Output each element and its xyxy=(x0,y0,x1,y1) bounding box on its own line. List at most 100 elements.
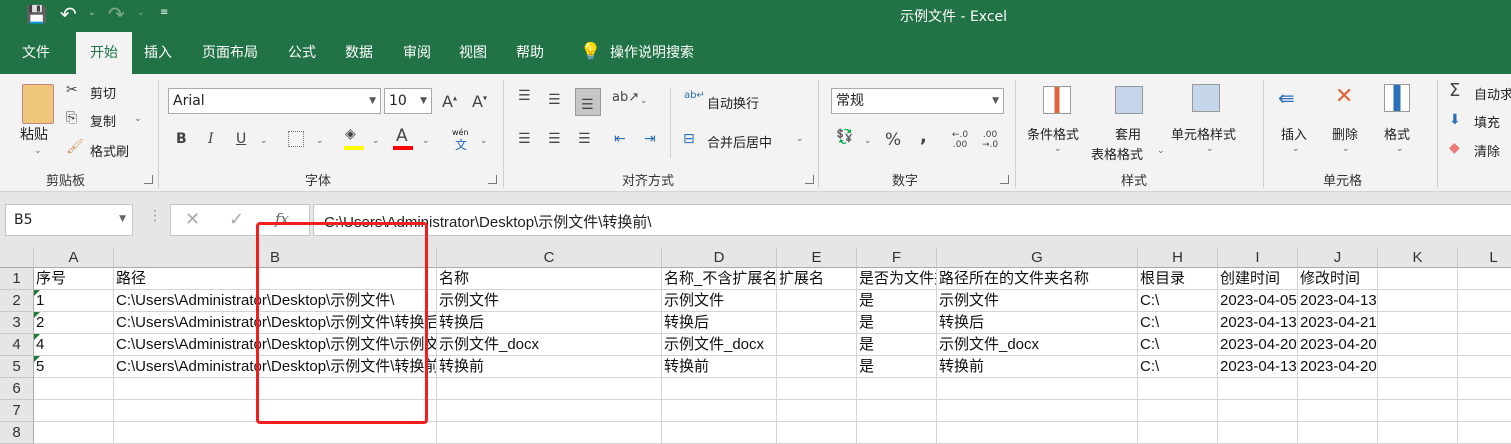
cell-D6[interactable] xyxy=(662,378,777,400)
alignment-launcher-icon[interactable] xyxy=(805,175,814,184)
format-cells-button[interactable]: 格式 xyxy=(1384,124,1410,143)
decrease-indent-icon[interactable]: ⇤ xyxy=(614,131,626,147)
column-header-G[interactable]: G xyxy=(937,248,1138,268)
merge-dropdown-icon[interactable]: ⌄ xyxy=(796,134,804,144)
row-header-7[interactable]: 7 xyxy=(0,400,34,422)
format-as-table-button-line2[interactable]: 表格格式 xyxy=(1091,144,1143,163)
clipboard-launcher-icon[interactable] xyxy=(144,175,153,184)
underline-button[interactable]: U xyxy=(236,131,246,147)
cell-H6[interactable] xyxy=(1138,378,1218,400)
cell-C6[interactable] xyxy=(437,378,662,400)
row-header-6[interactable]: 6 xyxy=(0,378,34,400)
cell-A5[interactable]: 5 xyxy=(34,356,114,378)
tab-help[interactable]: 帮助 xyxy=(506,32,554,74)
cell-F6[interactable] xyxy=(857,378,937,400)
cell-L2[interactable] xyxy=(1458,290,1511,312)
worksheet-grid[interactable]: ABCDEFGHIJKL1序号路径名称名称_不含扩展名扩展名是否为文件夹路径所在… xyxy=(0,248,1511,444)
insert-function-icon[interactable]: fx xyxy=(275,210,289,228)
cell-C3[interactable]: 转换后 xyxy=(437,312,662,334)
italic-button[interactable]: I xyxy=(208,131,214,147)
font-name-select[interactable]: Arial ▼ xyxy=(168,88,381,114)
cell-L7[interactable] xyxy=(1458,400,1511,422)
copy-dropdown-icon[interactable]: ⌄ xyxy=(134,114,142,124)
cell-C7[interactable] xyxy=(437,400,662,422)
tab-formulas[interactable]: 公式 xyxy=(278,32,326,74)
cell-C2[interactable]: 示例文件 xyxy=(437,290,662,312)
paste-dropdown-icon[interactable]: ⌄ xyxy=(34,146,42,156)
column-header-B[interactable]: B xyxy=(114,248,437,268)
cell-K8[interactable] xyxy=(1378,422,1458,444)
cell-G8[interactable] xyxy=(937,422,1138,444)
cell-H3[interactable]: C:\ xyxy=(1138,312,1218,334)
decrease-font-icon[interactable]: A▾ xyxy=(472,92,487,111)
delete-dropdown-icon[interactable]: ⌄ xyxy=(1342,144,1350,154)
column-header-H[interactable]: H xyxy=(1138,248,1218,268)
fill-button[interactable]: 填充 xyxy=(1474,112,1500,131)
cell-B3[interactable]: C:\Users\Administrator\Desktop\示例文件\转换后\ xyxy=(114,312,437,334)
cell-I1[interactable]: 创建时间 xyxy=(1218,268,1298,290)
formula-input[interactable]: C:\Users\Administrator\Desktop\示例文件\转换前\ xyxy=(313,204,1511,236)
cell-F4[interactable]: 是 xyxy=(857,334,937,356)
orientation-icon[interactable]: ab↗ xyxy=(612,90,639,105)
column-header-A[interactable]: A xyxy=(34,248,114,268)
cell-G7[interactable] xyxy=(937,400,1138,422)
merge-center-button[interactable]: 合并后居中 xyxy=(707,132,772,151)
column-header-L[interactable]: L xyxy=(1458,248,1511,268)
cell-A8[interactable] xyxy=(34,422,114,444)
cell-E6[interactable] xyxy=(777,378,857,400)
cell-L6[interactable] xyxy=(1458,378,1511,400)
cell-J8[interactable] xyxy=(1298,422,1378,444)
orientation-dropdown-icon[interactable]: ⌄ xyxy=(640,96,648,106)
cell-I8[interactable] xyxy=(1218,422,1298,444)
column-header-I[interactable]: I xyxy=(1218,248,1298,268)
row-header-5[interactable]: 5 xyxy=(0,356,34,378)
cell-styles-dropdown-icon[interactable]: ⌄ xyxy=(1206,144,1214,154)
cell-K5[interactable] xyxy=(1378,356,1458,378)
tab-review[interactable]: 审阅 xyxy=(393,32,441,74)
fill-color-icon[interactable]: ◈ xyxy=(345,126,356,142)
cell-A7[interactable] xyxy=(34,400,114,422)
cell-J2[interactable]: 2023-04-13 08:59:42 xyxy=(1298,290,1378,312)
column-header-C[interactable]: C xyxy=(437,248,662,268)
increase-indent-icon[interactable]: ⇥ xyxy=(644,131,656,147)
column-header-D[interactable]: D xyxy=(662,248,777,268)
cell-B5[interactable]: C:\Users\Administrator\Desktop\示例文件\转换前\ xyxy=(114,356,437,378)
underline-dropdown-icon[interactable]: ⌄ xyxy=(260,136,268,146)
cell-E2[interactable] xyxy=(777,290,857,312)
align-center-icon[interactable]: ☰ xyxy=(548,131,561,147)
cell-D1[interactable]: 名称_不含扩展名 xyxy=(662,268,777,290)
cancel-icon[interactable]: ✕ xyxy=(185,209,200,230)
insert-cells-button[interactable]: 插入 xyxy=(1281,124,1307,143)
increase-decimal-icon[interactable]: ←.0.00 xyxy=(952,130,968,150)
align-bottom-button[interactable]: ☰ xyxy=(575,88,601,116)
chevron-down-icon[interactable]: ▼ xyxy=(119,214,126,224)
cell-D2[interactable]: 示例文件 xyxy=(662,290,777,312)
currency-icon[interactable]: 💱 xyxy=(836,129,853,145)
cell-J6[interactable] xyxy=(1298,378,1378,400)
undo-dropdown-icon[interactable]: ⌄ xyxy=(88,8,96,18)
cell-F2[interactable]: 是 xyxy=(857,290,937,312)
cell-B4[interactable]: C:\Users\Administrator\Desktop\示例文件\示例文件… xyxy=(114,334,437,356)
copy-button[interactable]: 复制 xyxy=(90,111,116,130)
cell-H4[interactable]: C:\ xyxy=(1138,334,1218,356)
cell-L8[interactable] xyxy=(1458,422,1511,444)
cell-I4[interactable]: 2023-04-20 xyxy=(1218,334,1298,356)
cell-A3[interactable]: 2 xyxy=(34,312,114,334)
cell-D5[interactable]: 转换前 xyxy=(662,356,777,378)
cell-G6[interactable] xyxy=(937,378,1138,400)
cell-K6[interactable] xyxy=(1378,378,1458,400)
cell-B2[interactable]: C:\Users\Administrator\Desktop\示例文件\ xyxy=(114,290,437,312)
cell-G3[interactable]: 转换后 xyxy=(937,312,1138,334)
delete-cells-button[interactable]: 删除 xyxy=(1332,124,1358,143)
font-launcher-icon[interactable] xyxy=(488,175,497,184)
cell-J4[interactable]: 2023-04-20 16:19:42 xyxy=(1298,334,1378,356)
paste-button[interactable]: 粘贴 xyxy=(20,124,48,144)
number-format-select[interactable]: 常规 ▼ xyxy=(831,88,1004,114)
cell-A6[interactable] xyxy=(34,378,114,400)
font-color-dropdown-icon[interactable]: ⌄ xyxy=(422,136,430,146)
cell-C8[interactable] xyxy=(437,422,662,444)
cell-L1[interactable] xyxy=(1458,268,1511,290)
cell-D4[interactable]: 示例文件_docx xyxy=(662,334,777,356)
enter-icon[interactable]: ✓ xyxy=(229,209,244,230)
format-as-table-dropdown-icon[interactable]: ⌄ xyxy=(1157,146,1165,156)
